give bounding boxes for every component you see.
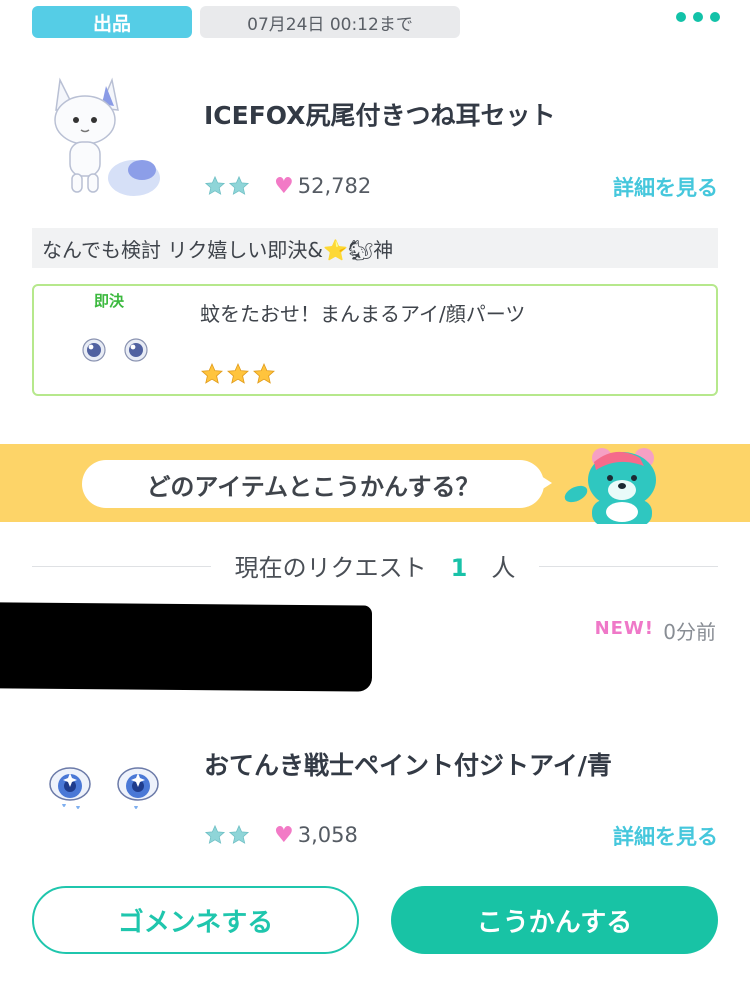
- trade-question: どのアイテムとこうかんする？: [82, 460, 544, 508]
- blue-eyes-thumbnail: [49, 767, 159, 809]
- wanted-item-card[interactable]: 即決 蚊をたおせ！まんまるアイ/顔パーツ: [32, 284, 718, 396]
- listing-detail-link[interactable]: 詳細を見る: [613, 172, 718, 202]
- listing-item-name: ICEFOX尻尾付きつね耳セット: [204, 101, 556, 130]
- redacted-username: [0, 602, 372, 692]
- likes-value: 52,782: [297, 174, 372, 198]
- bear-mascot-icon: [564, 448, 656, 524]
- instant-decision-label: 即決: [94, 292, 125, 310]
- rarity-stars: [204, 824, 250, 846]
- rarity-stars: [204, 175, 250, 197]
- fox-avatar-thumbnail: [54, 77, 160, 196]
- offer-item-name: おてんき戦士ペイント付ジトアイ/青: [204, 751, 612, 780]
- listing-comment: なんでも検討 リク嬉しい即決&⭐🐿神: [32, 228, 718, 268]
- deadline-label: 07月24日 00:12まで: [200, 6, 460, 38]
- likes-count: ♥ 3,058: [274, 823, 358, 848]
- request-count-title: 現在のリクエスト 1 人: [0, 548, 750, 583]
- star-icon: [204, 175, 226, 195]
- eyes-thumbnail: [82, 338, 148, 362]
- heart-icon: ♥: [274, 822, 294, 848]
- new-badge: NEW!: [594, 618, 654, 639]
- heart-icon: ♥: [274, 173, 294, 199]
- star-icon: [228, 175, 250, 195]
- offer-detail-link[interactable]: 詳細を見る: [613, 821, 718, 851]
- accept-trade-button[interactable]: こうかんする: [391, 886, 718, 954]
- star-icon: [204, 824, 226, 844]
- listing-meta: ♥ 52,782: [204, 172, 371, 200]
- request-time: 0分前: [663, 620, 716, 644]
- wanted-item-name: 蚊をたおせ！まんまるアイ/顔パーツ: [200, 302, 526, 326]
- listing-badge: 出品: [32, 6, 192, 38]
- request-count: 1: [438, 554, 480, 582]
- decline-button[interactable]: ゴメンネする: [32, 886, 359, 954]
- star-icon: [253, 363, 275, 384]
- speech-bubble-tail: [538, 474, 552, 492]
- likes-value: 3,058: [297, 823, 358, 847]
- likes-count: ♥ 52,782: [274, 174, 371, 199]
- request-title-prefix: 現在のリクエスト: [222, 554, 439, 582]
- star-icon: [201, 363, 223, 384]
- request-title-suffix: 人: [479, 554, 528, 582]
- more-dots-icon[interactable]: [676, 12, 720, 22]
- star-icon: [227, 363, 249, 384]
- trade-prompt-banner: どのアイテムとこうかんする？: [0, 444, 750, 524]
- rarity-stars: [200, 362, 276, 386]
- star-icon: [228, 824, 250, 844]
- offer-meta: ♥ 3,058: [204, 821, 358, 849]
